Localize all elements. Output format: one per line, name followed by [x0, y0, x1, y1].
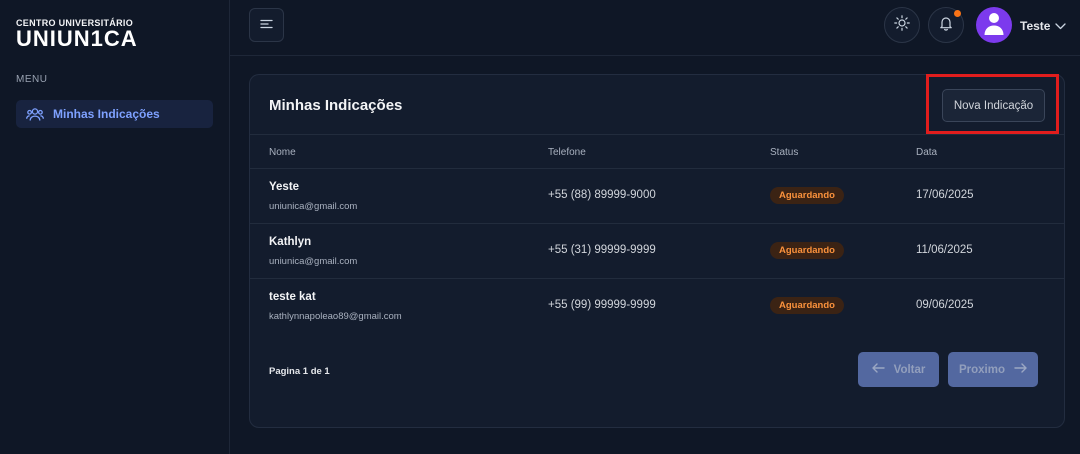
user-menu-toggle[interactable]: Teste: [1020, 17, 1067, 35]
sidebar-item-label: Minhas Indicações: [53, 107, 160, 121]
status-badge: Aguardando: [770, 187, 844, 204]
bell-icon: [939, 15, 953, 36]
menu-label: MENU: [16, 74, 48, 85]
row-phone: +55 (99) 99999-9999: [548, 299, 656, 311]
row-date: 09/06/2025: [916, 299, 974, 311]
notification-dot: [954, 10, 961, 17]
row-date: 11/06/2025: [916, 244, 973, 256]
row-email: kathlynnapoleao89@gmail.com: [269, 311, 402, 322]
row-email: uniunica@gmail.com: [269, 201, 358, 212]
row-phone: +55 (88) 89999-9000: [548, 189, 656, 201]
pagination-info: Pagina 1 de 1: [269, 366, 330, 377]
notifications-button[interactable]: [928, 7, 964, 43]
next-page-button[interactable]: Proximo: [948, 352, 1038, 387]
highlight-box: [926, 74, 1059, 134]
users-icon: [26, 106, 44, 122]
sidebar: CENTRO UNIVERSITÁRIO UNIUN1CA MENU Minha…: [0, 0, 230, 454]
column-header-name: Nome: [269, 147, 296, 158]
brand-logo[interactable]: CENTRO UNIVERSITÁRIO UNIUN1CA: [16, 18, 138, 51]
column-header-phone: Telefone: [548, 147, 586, 158]
row-phone: +55 (31) 99999-9999: [548, 244, 656, 256]
page-title: Minhas Indicações: [269, 97, 403, 114]
row-name: teste kat: [269, 291, 316, 303]
row-email: uniunica@gmail.com: [269, 256, 358, 267]
row-name: Kathlyn: [269, 236, 312, 248]
row-name: Yeste: [269, 181, 300, 193]
previous-page-button[interactable]: Voltar: [858, 352, 939, 387]
user-name: Teste: [1020, 19, 1051, 33]
arrow-left-icon: [871, 363, 885, 376]
user-icon: [983, 11, 1005, 40]
row-date: 17/06/2025: [916, 189, 974, 201]
status-badge: Aguardando: [770, 242, 844, 259]
column-header-date: Data: [916, 147, 938, 158]
arrow-right-icon: [1014, 363, 1027, 376]
status-badge: Aguardando: [770, 297, 844, 314]
brand-wordmark: UNIUN1CA: [16, 26, 138, 51]
table-row[interactable]: Kathlyn uniunica@gmail.com +55 (31) 9999…: [250, 224, 1064, 278]
previous-page-label: Voltar: [893, 363, 926, 376]
toggle-sidebar-button[interactable]: [249, 8, 284, 42]
menu-icon: [260, 16, 273, 34]
chevron-down-icon: [1055, 17, 1067, 35]
divider: [250, 134, 1064, 135]
app: CENTRO UNIVERSITÁRIO UNIUN1CA MENU Minha…: [0, 0, 1080, 454]
sun-icon: [894, 14, 910, 36]
top-header: Teste: [230, 0, 1080, 56]
table-row[interactable]: teste kat kathlynnapoleao89@gmail.com +5…: [250, 279, 1064, 333]
next-page-label: Proximo: [958, 363, 1005, 376]
theme-toggle-button[interactable]: [884, 7, 920, 43]
column-header-status: Status: [770, 147, 799, 158]
table-row[interactable]: Yeste uniunica@gmail.com +55 (88) 89999-…: [250, 169, 1064, 223]
avatar[interactable]: [976, 7, 1012, 43]
sidebar-item-minhas-indicacoes[interactable]: Minhas Indicações: [16, 100, 213, 128]
